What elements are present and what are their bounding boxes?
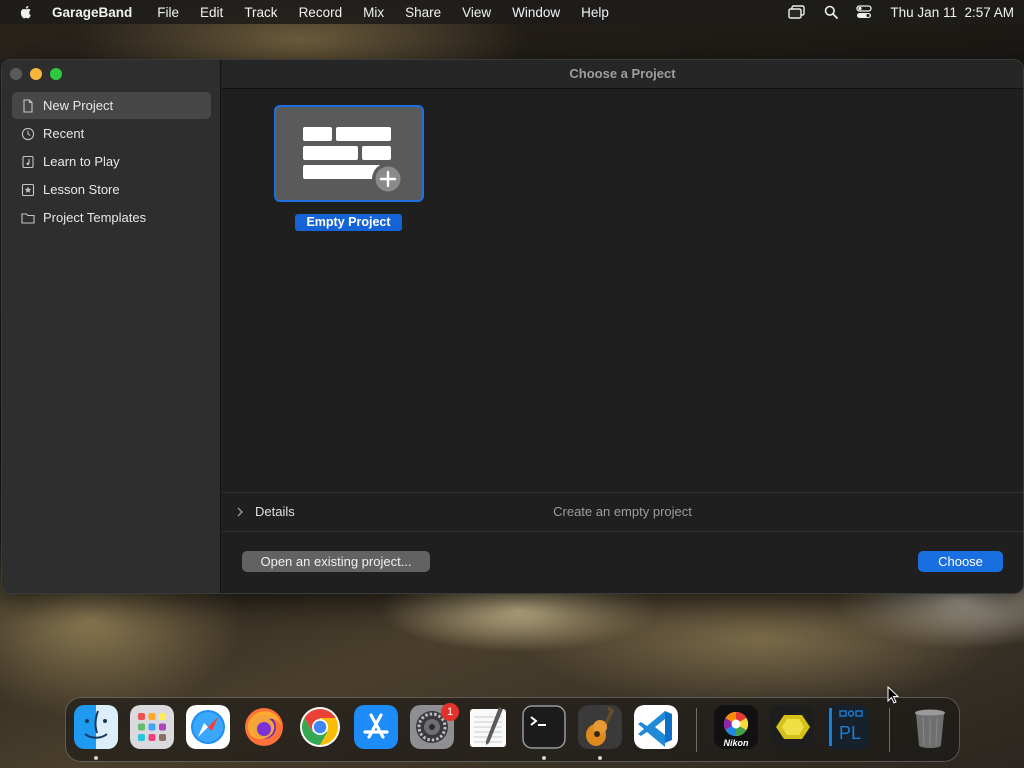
sidebar-item-new-project[interactable]: New Project: [12, 92, 211, 119]
garageband-icon[interactable]: [578, 705, 622, 749]
mouse-cursor-icon: [887, 686, 899, 704]
menu-bar: GarageBand File Edit Track Record Mix Sh…: [0, 0, 1024, 24]
pl-app-icon[interactable]: PL: [826, 705, 870, 749]
open-existing-project-button[interactable]: Open an existing project...: [242, 551, 430, 572]
running-indicator: [542, 756, 546, 760]
menu-track[interactable]: Track: [244, 5, 277, 20]
menu-record[interactable]: Record: [299, 5, 343, 20]
menu-file[interactable]: File: [157, 5, 179, 20]
empty-project-label[interactable]: Empty Project: [295, 214, 402, 231]
running-indicator: [598, 756, 602, 760]
zoom-window-button[interactable]: [50, 68, 62, 80]
firefox-icon[interactable]: [242, 705, 286, 749]
menu-window[interactable]: Window: [512, 5, 560, 20]
clock-icon: [21, 127, 35, 140]
details-bar: Details Create an empty project: [222, 492, 1023, 532]
control-center-icon[interactable]: [856, 5, 873, 19]
sidebar-item-label: Project Templates: [43, 210, 147, 225]
sidebar-item-learn-to-play[interactable]: Learn to Play: [12, 148, 211, 175]
finder-icon[interactable]: [74, 705, 118, 749]
close-window-button[interactable]: [10, 68, 22, 80]
sidebar-item-label: New Project: [43, 98, 114, 113]
choose-button[interactable]: Choose: [918, 551, 1003, 572]
menu-app-name[interactable]: GarageBand: [52, 5, 132, 20]
music-book-icon: [22, 155, 34, 168]
chrome-icon[interactable]: [298, 705, 342, 749]
document-icon: [23, 98, 33, 113]
sidebar-item-recent[interactable]: Recent: [12, 120, 211, 147]
sidebar: New Project Recent Learn to Play Lesson …: [2, 60, 221, 593]
spotlight-search-icon[interactable]: [824, 5, 839, 19]
folder-icon: [21, 212, 35, 224]
menu-edit[interactable]: Edit: [200, 5, 223, 20]
screen-mirroring-icon[interactable]: [788, 5, 806, 19]
sidebar-item-project-templates[interactable]: Project Templates: [12, 204, 211, 231]
menu-help[interactable]: Help: [581, 5, 609, 20]
sidebar-item-label: Recent: [43, 126, 85, 141]
dock-separator: [696, 708, 697, 752]
menu-share[interactable]: Share: [405, 5, 441, 20]
nikon-icon[interactable]: Nikon: [714, 705, 758, 749]
notification-badge: 1: [441, 703, 459, 721]
menu-mix[interactable]: Mix: [363, 5, 384, 20]
app-store-icon[interactable]: [354, 705, 398, 749]
sidebar-item-label: Learn to Play: [43, 154, 120, 169]
sidebar-list: New Project Recent Learn to Play Lesson …: [12, 92, 211, 232]
safari-icon[interactable]: [186, 705, 230, 749]
empty-project-icon: [303, 127, 404, 195]
vscode-icon[interactable]: [634, 705, 678, 749]
pl-label: PL: [839, 723, 861, 743]
dock-separator: [889, 708, 890, 752]
dock: 1 Nikon PL: [65, 697, 960, 762]
trash-icon[interactable]: [908, 705, 952, 749]
minimize-window-button[interactable]: [30, 68, 42, 80]
textedit-icon[interactable]: [466, 705, 510, 749]
window-title: Choose a Project: [222, 60, 1023, 89]
project-description: Create an empty project: [553, 504, 692, 519]
empty-project-tile[interactable]: [274, 105, 424, 202]
hexagon-app-icon[interactable]: [770, 705, 814, 749]
window-controls: [10, 68, 62, 80]
sidebar-item-label: Lesson Store: [43, 182, 120, 197]
terminal-icon[interactable]: [522, 705, 566, 749]
sidebar-item-lesson-store[interactable]: Lesson Store: [12, 176, 211, 203]
choose-project-window: New Project Recent Learn to Play Lesson …: [1, 59, 1024, 594]
project-browser: Choose a Project Empty Project Details C…: [222, 60, 1023, 593]
running-indicator: [94, 756, 98, 760]
nikon-label: Nikon: [723, 738, 749, 748]
apple-logo-icon[interactable]: [18, 4, 34, 20]
star-box-icon: [21, 183, 35, 196]
menu-view[interactable]: View: [462, 5, 491, 20]
menubar-clock[interactable]: Thu Jan 11 2:57 AM: [890, 5, 1014, 20]
launchpad-icon[interactable]: [130, 705, 174, 749]
